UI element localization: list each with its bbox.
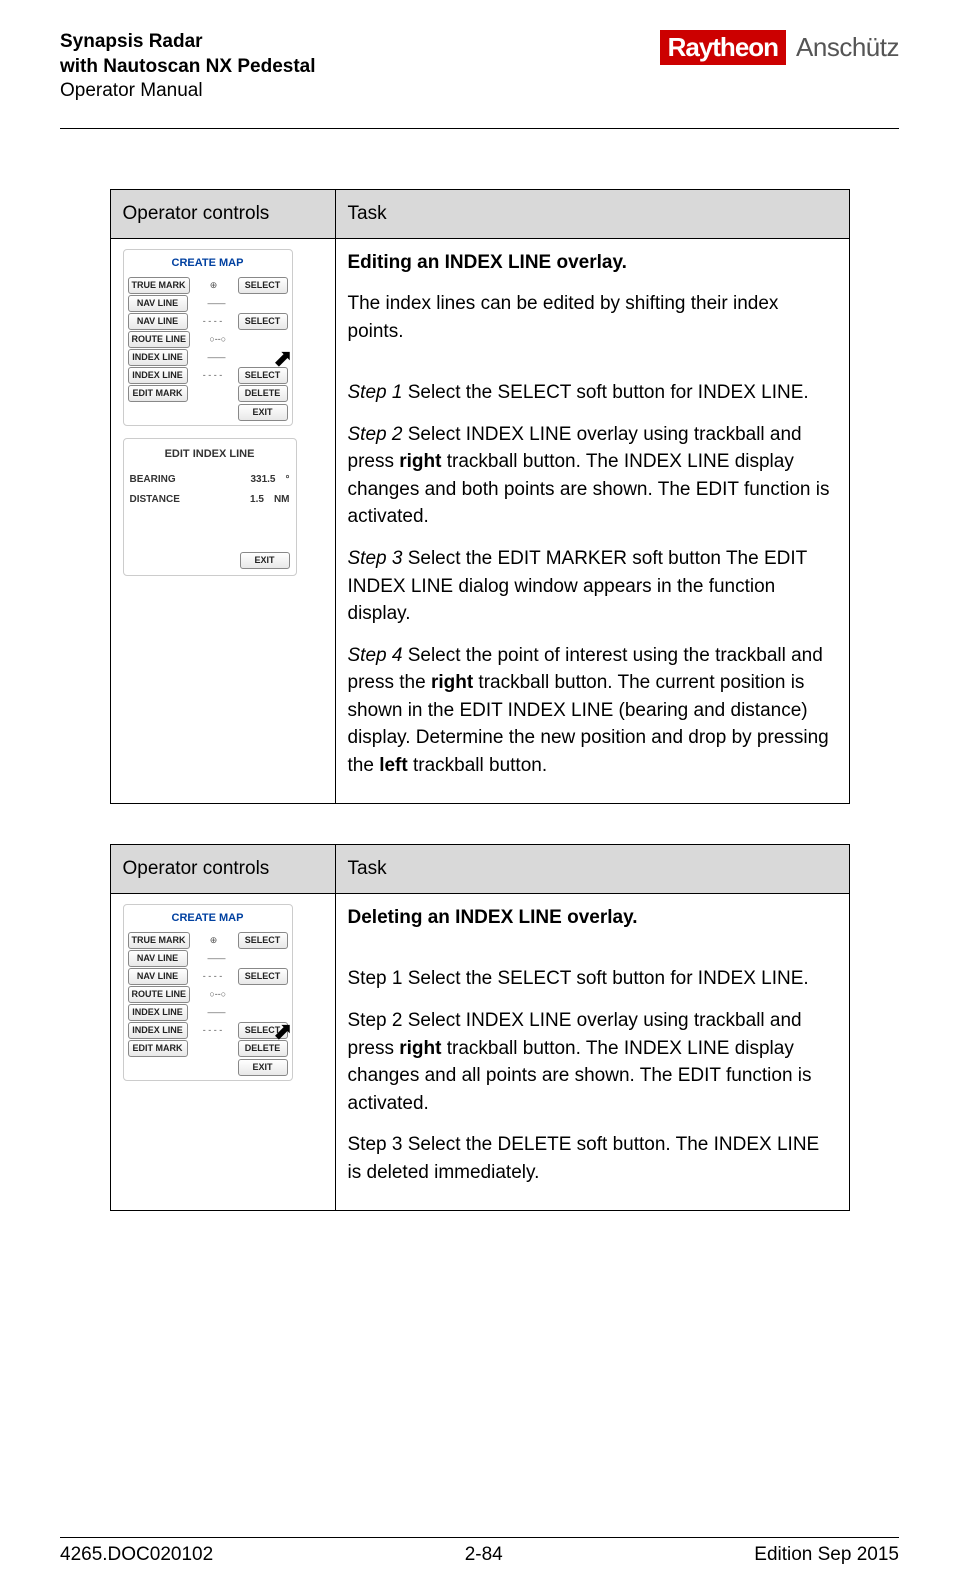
- edit-mark-button[interactable]: EDIT MARK: [128, 1040, 188, 1057]
- index-line-icon: ——: [190, 1006, 244, 1019]
- step-1: Step 1 Select the SELECT soft button for…: [348, 379, 837, 407]
- anschutz-text: Anschütz: [796, 32, 899, 63]
- step-1: Step 1 Select the SELECT soft button for…: [348, 965, 837, 993]
- index-line-button[interactable]: INDEX LINE: [128, 367, 188, 384]
- nav-line-icon: - - - -: [190, 970, 236, 983]
- bearing-row: BEARING 331.5 °: [130, 473, 290, 488]
- bearing-unit: °: [286, 473, 290, 488]
- nav-line-icon: ——: [190, 297, 244, 310]
- edit-index-line-panel: EDIT INDEX LINE BEARING 331.5 ° DISTANCE…: [123, 438, 297, 576]
- cell-controls-2: CREATE MAP TRUE MARK⊕SELECT NAV LINE—— N…: [110, 893, 335, 1210]
- cell-controls-1: CREATE MAP TRUE MARK⊕SELECT NAV LINE—— N…: [110, 238, 335, 804]
- index-line-button[interactable]: INDEX LINE: [128, 1004, 188, 1021]
- col-header-task: Task: [335, 845, 849, 894]
- doc-title-2: with Nautoscan NX Pedestal: [60, 55, 316, 80]
- cell-task-1: Editing an INDEX LINE overlay. The index…: [335, 238, 849, 804]
- create-map-panel-2: CREATE MAP TRUE MARK⊕SELECT NAV LINE—— N…: [123, 904, 293, 1081]
- route-line-button[interactable]: ROUTE LINE: [128, 986, 191, 1003]
- nav-line-icon: - - - -: [190, 315, 236, 328]
- select-button[interactable]: SELECT: [238, 1022, 288, 1039]
- footer-docnum: 4265.DOC020102: [60, 1544, 213, 1566]
- index-line-icon: ——: [190, 351, 244, 364]
- page-footer: 4265.DOC020102 2-84 Edition Sep 2015: [60, 1537, 899, 1566]
- nav-line-button[interactable]: NAV LINE: [128, 950, 188, 967]
- true-mark-button[interactable]: TRUE MARK: [128, 932, 190, 949]
- delete-button[interactable]: DELETE: [238, 385, 288, 402]
- table-editing-index-line: Operator controls Task CREATE MAP TRUE M…: [110, 189, 850, 804]
- distance-unit: NM: [274, 493, 290, 508]
- distance-value: 1.5: [250, 493, 264, 508]
- step-3: Step 3 Select the DELETE soft button. Th…: [348, 1131, 837, 1186]
- nav-line-icon: ——: [190, 952, 244, 965]
- header-title-block: Synapsis Radar with Nautoscan NX Pedesta…: [60, 30, 316, 104]
- step-4: Step 4 Select the point of interest usin…: [348, 642, 837, 780]
- route-line-button[interactable]: ROUTE LINE: [128, 331, 191, 348]
- raytheon-logo: Raytheon: [660, 30, 786, 65]
- step-2: Step 2 Select INDEX LINE overlay using t…: [348, 1007, 837, 1117]
- route-line-icon: ○--○: [192, 988, 243, 1001]
- select-button[interactable]: SELECT: [238, 367, 288, 384]
- distance-label: DISTANCE: [130, 493, 241, 508]
- index-line-button[interactable]: INDEX LINE: [128, 1022, 188, 1039]
- distance-row: DISTANCE 1.5 NM: [130, 493, 290, 508]
- true-mark-icon: ⊕: [192, 934, 236, 947]
- select-button[interactable]: SELECT: [238, 313, 288, 330]
- index-line-icon: - - - -: [190, 369, 236, 382]
- exit-button[interactable]: EXIT: [240, 552, 290, 569]
- footer-edition: Edition Sep 2015: [754, 1544, 899, 1566]
- step-3: Step 3 Select the EDIT MARKER soft butto…: [348, 545, 837, 628]
- col-header-controls: Operator controls: [110, 845, 335, 894]
- task-title: Deleting an INDEX LINE overlay.: [348, 904, 837, 932]
- select-button[interactable]: SELECT: [238, 968, 288, 985]
- nav-line-button[interactable]: NAV LINE: [128, 968, 188, 985]
- index-line-icon: - - - -: [190, 1024, 236, 1037]
- bearing-label: BEARING: [130, 473, 241, 488]
- create-map-panel: CREATE MAP TRUE MARK⊕SELECT NAV LINE—— N…: [123, 249, 293, 426]
- task-intro: The index lines can be edited by shiftin…: [348, 290, 837, 345]
- col-header-controls: Operator controls: [110, 190, 335, 239]
- true-mark-icon: ⊕: [192, 279, 236, 292]
- table-deleting-index-line: Operator controls Task CREATE MAP TRUE M…: [110, 844, 850, 1211]
- page-header: Synapsis Radar with Nautoscan NX Pedesta…: [60, 30, 899, 129]
- col-header-task: Task: [335, 190, 849, 239]
- exit-button[interactable]: EXIT: [238, 1059, 288, 1076]
- cell-task-2: Deleting an INDEX LINE overlay. Step 1 S…: [335, 893, 849, 1210]
- step-2: Step 2 Select INDEX LINE overlay using t…: [348, 421, 837, 531]
- delete-button[interactable]: DELETE: [238, 1040, 288, 1057]
- exit-button[interactable]: EXIT: [238, 404, 288, 421]
- panel-title: CREATE MAP: [128, 254, 288, 276]
- panel-title: EDIT INDEX LINE: [130, 445, 290, 467]
- edit-mark-button[interactable]: EDIT MARK: [128, 385, 188, 402]
- select-button[interactable]: SELECT: [238, 932, 288, 949]
- nav-line-button[interactable]: NAV LINE: [128, 295, 188, 312]
- panel-title: CREATE MAP: [128, 909, 288, 931]
- doc-subtitle: Operator Manual: [60, 79, 316, 104]
- select-button[interactable]: SELECT: [238, 277, 288, 294]
- index-line-button[interactable]: INDEX LINE: [128, 349, 188, 366]
- footer-pagenum: 2-84: [465, 1544, 503, 1566]
- task-title: Editing an INDEX LINE overlay.: [348, 249, 837, 277]
- doc-title-1: Synapsis Radar: [60, 30, 316, 55]
- bearing-value: 331.5: [250, 473, 275, 488]
- true-mark-button[interactable]: TRUE MARK: [128, 277, 190, 294]
- route-line-icon: ○--○: [192, 333, 243, 346]
- nav-line-button[interactable]: NAV LINE: [128, 313, 188, 330]
- header-logo: Raytheon Anschütz: [660, 30, 899, 65]
